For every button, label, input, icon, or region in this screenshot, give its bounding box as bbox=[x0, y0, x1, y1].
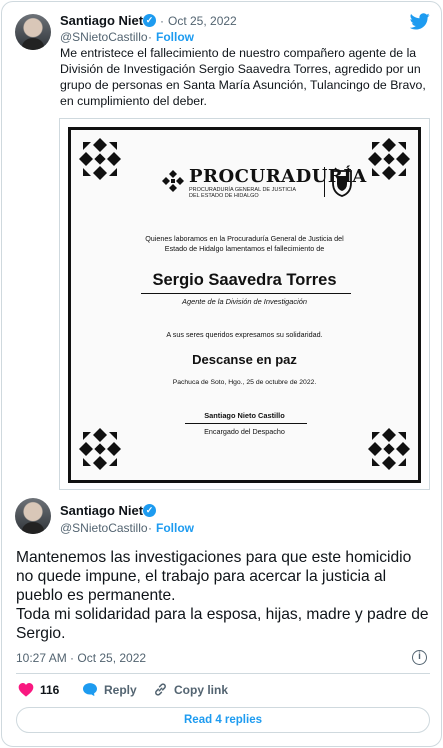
tweet-text-paragraph-1: Mantenemos las investigaciones para que … bbox=[16, 549, 412, 604]
copy-link-label: Copy link bbox=[174, 682, 229, 697]
reply-button[interactable]: Reply bbox=[82, 682, 137, 697]
follow-button[interactable]: Follow bbox=[156, 521, 194, 535]
divider bbox=[16, 673, 430, 674]
rest-in-peace: Descanse en paz bbox=[192, 352, 297, 367]
tweet-date[interactable]: Oct 25, 2022 bbox=[168, 14, 237, 28]
brand-divider bbox=[324, 167, 325, 197]
signature-line bbox=[185, 423, 307, 424]
procuraduria-logo: PROCURADURÍA PROCURADURÍA GENERAL DE JUS… bbox=[161, 165, 366, 199]
tweet-text: Mantenemos las investigaciones para que … bbox=[16, 548, 430, 643]
avatar[interactable] bbox=[15, 498, 51, 534]
author-name[interactable]: Santiago Nieto bbox=[60, 13, 151, 28]
like-button[interactable]: 116 bbox=[18, 682, 59, 697]
reply-bubble-icon bbox=[83, 683, 97, 697]
verified-badge-icon: ✓ bbox=[143, 504, 156, 517]
author-name[interactable]: Santiago Nieto bbox=[60, 503, 151, 518]
ornament-icon bbox=[162, 170, 184, 192]
coat-of-arms-icon bbox=[332, 167, 352, 197]
quoted-tweet-text: Me entristece el fallecimiento de nuestr… bbox=[60, 46, 426, 108]
place-date: Pachuca de Soto, Hgo., 25 de octubre de … bbox=[172, 379, 317, 386]
ornament-icon bbox=[368, 138, 410, 180]
link-icon bbox=[155, 683, 166, 696]
handle-separator: · bbox=[148, 30, 152, 44]
tweet-text-paragraph-2: Toda mi solidaridad para la esposa, hija… bbox=[16, 606, 429, 642]
verified-badge-icon: ✓ bbox=[143, 14, 156, 27]
name-underline bbox=[141, 293, 351, 294]
deceased-name: Sergio Saavedra Torres bbox=[152, 271, 337, 289]
copy-link-button[interactable]: Copy link bbox=[153, 682, 228, 697]
avatar[interactable] bbox=[15, 14, 51, 50]
intro-line-1: Quienes laboramos en la Procuraduría Gen… bbox=[145, 234, 344, 243]
intro-line-2: Estado de Hidalgo lamentamos el fallecim… bbox=[164, 244, 325, 253]
tweet-embed: Santiago Nieto ✓ · Oct 25, 2022 @SNietoC… bbox=[1, 1, 442, 747]
brand-subtitle: PROCURADURÍA GENERAL DE JUSTICIA DEL EST… bbox=[189, 187, 296, 199]
signer-name: Santiago Nieto Castillo bbox=[204, 411, 285, 420]
read-replies-button[interactable]: Read 4 replies bbox=[16, 707, 430, 733]
heart-icon bbox=[18, 683, 34, 697]
info-icon[interactable]: i bbox=[412, 650, 427, 665]
tweet-timestamp[interactable]: 10:27 AM · Oct 25, 2022 bbox=[16, 651, 146, 665]
solidarity-text: A sus seres queridos expresamos su solid… bbox=[166, 330, 323, 339]
date-separator: · bbox=[160, 14, 164, 28]
tweet-image[interactable]: PROCURADURÍA PROCURADURÍA GENERAL DE JUS… bbox=[59, 118, 430, 490]
like-count: 116 bbox=[40, 682, 60, 697]
handle-separator: · bbox=[148, 521, 152, 535]
author-handle[interactable]: @SNietoCastillo bbox=[60, 521, 148, 535]
ornament-icon bbox=[79, 138, 121, 180]
deceased-role: Agente de la División de Investigación bbox=[182, 297, 307, 306]
signer-role: Encargado del Despacho bbox=[204, 427, 285, 436]
author-handle[interactable]: @SNietoCastillo bbox=[60, 30, 148, 44]
twitter-bird-icon[interactable] bbox=[410, 13, 430, 30]
reply-label: Reply bbox=[104, 682, 137, 697]
condolence-card: PROCURADURÍA PROCURADURÍA GENERAL DE JUS… bbox=[68, 127, 421, 483]
follow-button[interactable]: Follow bbox=[156, 30, 194, 44]
